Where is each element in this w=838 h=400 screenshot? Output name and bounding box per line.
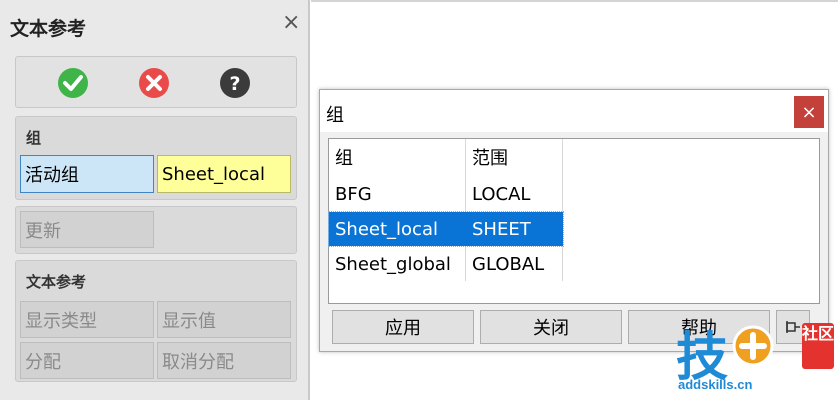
list-item[interactable]: Sheet_global GLOBAL [329,247,563,281]
panel-close-button[interactable]: × [282,12,300,34]
ok-button[interactable] [56,66,90,100]
apply-button[interactable]: 应用 [332,310,474,344]
panel-title: 文本参考 [10,18,87,40]
check-icon [58,68,88,98]
active-group-label: 活动组 [20,155,154,193]
list-item-selected[interactable]: Sheet_local SHEET [328,211,564,247]
unassign-button[interactable]: 取消分配 [157,342,291,379]
text-ref-section-title: 文本参考 [26,273,87,291]
group-cell: BFG [335,183,372,205]
plus-icon [732,325,774,367]
watermark-logo: 技 社区 addskills.cn [676,323,836,399]
assign-button[interactable]: 分配 [20,342,154,379]
close-button[interactable]: 关闭 [480,310,622,344]
scope-cell: LOCAL [472,183,531,205]
scope-cell: SHEET [472,218,531,240]
watermark-badge: 社区 [802,323,834,369]
text-reference-panel: 文本参考 × ? 组 活动组 Sheet_local 更新 文本参考 显示类型 … [0,0,310,400]
column-header-scope[interactable]: 范围 [466,139,562,175]
svg-text:?: ? [229,73,240,95]
update-button[interactable]: 更新 [20,211,154,248]
group-list: 组 范围 BFG LOCAL Sheet_local SHEET Sheet_g… [328,138,820,304]
cancel-icon [139,68,169,98]
group-cell: Sheet_local [335,218,438,240]
dialog-close-button[interactable]: × [794,96,824,128]
column-header-group[interactable]: 组 [329,139,465,175]
cancel-button[interactable] [137,66,171,100]
watermark-url: addskills.cn [678,377,753,392]
help-icon: ? [220,68,250,98]
group-section-title: 组 [26,129,42,147]
group-cell: Sheet_global [335,253,451,275]
workspace-top-border [311,0,838,2]
show-type-button[interactable]: 显示类型 [20,301,154,338]
help-button[interactable]: ? [218,66,252,100]
group-dialog: 组 × 组 范围 BFG LOCAL Sheet_local SHEET She… [319,89,829,352]
list-item[interactable]: BFG LOCAL [329,177,563,211]
show-value-button[interactable]: 显示值 [157,301,291,338]
dialog-titlebar: 组 × [320,90,828,132]
active-group-value-field[interactable]: Sheet_local [157,155,291,193]
scope-cell: GLOBAL [472,253,545,275]
dialog-title: 组 [326,105,344,126]
